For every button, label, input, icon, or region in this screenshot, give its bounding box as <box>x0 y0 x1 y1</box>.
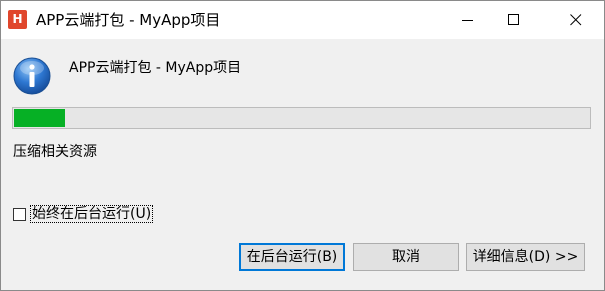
maximize-button[interactable] <box>491 1 537 39</box>
status-text: 压缩相关资源 <box>13 144 97 160</box>
progress-fill <box>14 109 65 127</box>
always-background-option[interactable]: 始终在后台运行(U) <box>13 204 154 224</box>
minimize-button[interactable] <box>445 1 491 39</box>
always-background-label[interactable]: 始终在后台运行(U) <box>30 205 154 223</box>
minimize-icon <box>462 20 473 21</box>
dialog-heading: APP云端打包 - MyApp项目 <box>69 60 242 76</box>
run-in-background-button[interactable]: 在后台运行(B) <box>239 243 345 271</box>
close-button[interactable] <box>553 1 599 39</box>
hbuilder-logo-icon: H <box>8 10 27 29</box>
cancel-button[interactable]: 取消 <box>353 243 459 271</box>
logo-letter: H <box>12 12 23 26</box>
close-icon <box>570 14 582 26</box>
window-title: APP云端打包 - MyApp项目 <box>36 11 221 29</box>
info-icon <box>13 57 51 95</box>
details-button[interactable]: 详细信息(D) >> <box>466 243 585 271</box>
always-background-checkbox[interactable] <box>13 207 26 221</box>
dialog-window: H APP云端打包 - MyApp项目 APP云端打包 - MyApp项目 压缩… <box>0 0 605 291</box>
title-bar[interactable]: H APP云端打包 - MyApp项目 <box>1 1 604 39</box>
progress-bar <box>12 107 591 129</box>
maximize-icon <box>508 14 519 25</box>
